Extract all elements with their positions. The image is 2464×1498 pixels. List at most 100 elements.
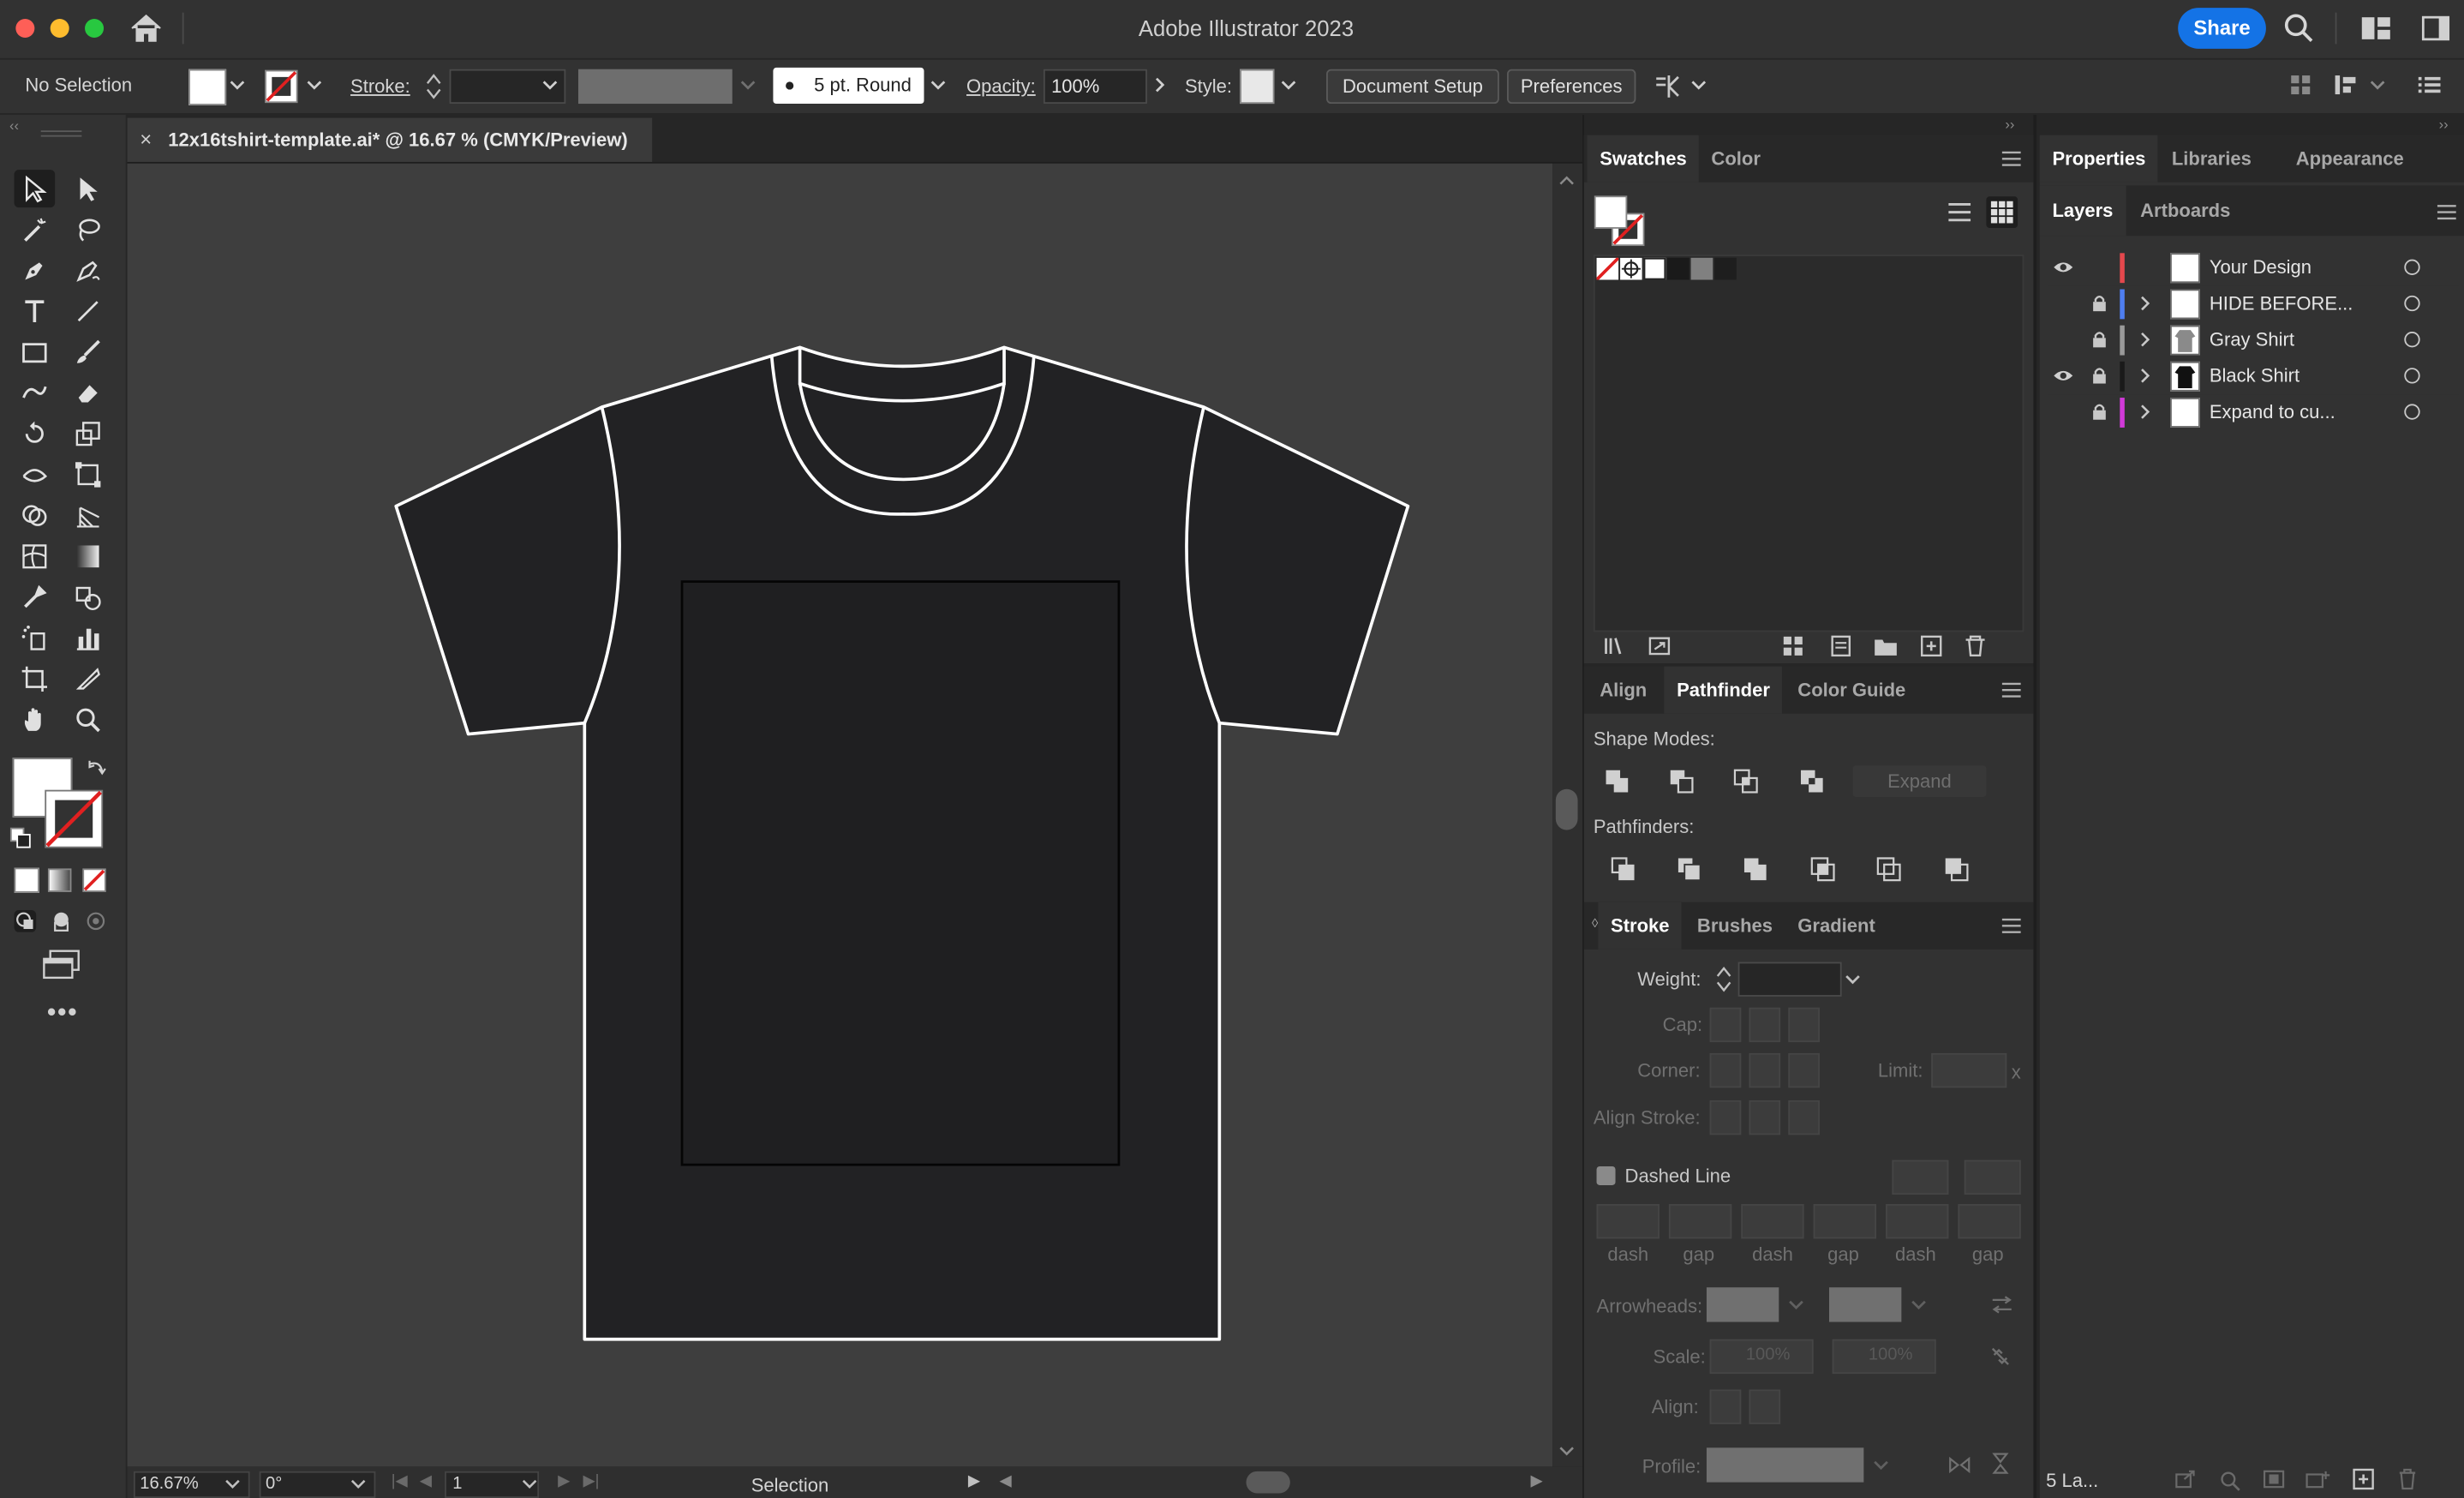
chevron-right-icon[interactable]	[1151, 77, 1167, 93]
arrow-tip-beyond-button[interactable]	[1709, 1389, 1742, 1424]
unite-icon[interactable]	[1603, 767, 1631, 795]
grid-view-icon[interactable]	[1986, 196, 2018, 228]
previous-artboard-icon[interactable]: ◀	[420, 1473, 432, 1490]
document-setup-button[interactable]: Document Setup	[1326, 69, 1499, 105]
panel-menu-icon[interactable]	[2437, 204, 2456, 220]
vertical-scrollbar[interactable]	[1552, 163, 1583, 1467]
scroll-up-icon[interactable]	[1559, 173, 1575, 189]
eyedropper-tool-icon[interactable]	[15, 578, 56, 616]
swatch-none[interactable]	[1596, 257, 1619, 280]
panel-grip[interactable]	[40, 130, 82, 137]
dash-field-2[interactable]	[1741, 1204, 1804, 1239]
variable-width-profile[interactable]	[577, 69, 733, 105]
flip-along-icon[interactable]	[1948, 1455, 1971, 1474]
gradient-tool-icon[interactable]	[68, 537, 109, 575]
swap-fill-stroke-icon[interactable]	[85, 758, 107, 780]
align-outside-button[interactable]	[1788, 1100, 1820, 1135]
status-menu-icon[interactable]: ▶	[968, 1473, 980, 1490]
transform-grid-icon[interactable]	[2289, 74, 2311, 96]
weight-field[interactable]	[1737, 962, 1842, 997]
chevron-down-icon[interactable]	[350, 1476, 366, 1491]
draw-behind-icon[interactable]	[49, 908, 74, 933]
bevel-join-button[interactable]	[1788, 1052, 1820, 1088]
swatch-libraries-icon[interactable]	[1603, 635, 1628, 657]
search-icon[interactable]	[2283, 13, 2315, 45]
visibility-eye-icon[interactable]	[2052, 368, 2074, 383]
arrow-tip-at-end-button[interactable]	[1749, 1389, 1781, 1424]
new-layer-icon[interactable]	[2353, 1468, 2375, 1490]
collapse-options-icon[interactable]: ◊	[1592, 916, 1598, 931]
gap-field-1[interactable]	[1668, 1204, 1732, 1239]
visibility-toggle[interactable]	[2052, 404, 2074, 419]
edit-toolbar-icon[interactable]: •••	[47, 1000, 78, 1028]
panel-menu-icon[interactable]	[2001, 918, 2021, 933]
layer-row[interactable]: Black Shirt	[2047, 358, 2460, 395]
selection-tool-icon[interactable]	[14, 170, 56, 208]
end-arrowhead-select[interactable]	[1828, 1287, 1902, 1322]
chevron-down-icon[interactable]	[1691, 77, 1707, 93]
close-window-button[interactable]	[15, 19, 35, 39]
symbol-sprayer-tool-icon[interactable]	[15, 620, 56, 657]
default-fill-stroke-icon[interactable]	[9, 827, 32, 849]
collect-for-export-icon[interactable]	[2175, 1470, 2198, 1489]
draw-inside-icon[interactable]	[83, 908, 108, 933]
expand-layer-icon[interactable]	[2138, 404, 2151, 419]
new-sublayer-icon[interactable]	[2306, 1470, 2330, 1489]
first-artboard-icon[interactable]: |◀	[392, 1473, 408, 1490]
expand-layer-icon[interactable]	[2138, 368, 2151, 383]
chevron-down-icon[interactable]	[522, 1476, 537, 1491]
align-options-icon[interactable]	[2332, 72, 2360, 97]
brush-definition-field[interactable]: 5 pt. Round	[773, 67, 924, 105]
exclude-icon[interactable]	[1797, 767, 1826, 795]
new-swatch-icon[interactable]	[1919, 635, 1944, 657]
collapse-dock-icon[interactable]: ››	[2005, 117, 2014, 132]
blend-tool-icon[interactable]	[68, 578, 109, 616]
swatch-registration[interactable]	[1620, 257, 1642, 280]
lock-toggle[interactable]	[2091, 258, 2107, 277]
artboard-tool-icon[interactable]	[15, 660, 56, 698]
expand-button[interactable]: Expand	[1852, 765, 1987, 797]
layer-row[interactable]: Gray Shirt	[2047, 322, 2460, 359]
chevron-down-icon[interactable]	[542, 77, 558, 93]
dash-field-3[interactable]	[1886, 1204, 1949, 1239]
place-swatches-icon[interactable]	[1647, 635, 1672, 657]
shape-builder-tool-icon[interactable]	[15, 497, 56, 535]
swap-arrowheads-icon[interactable]	[1991, 1295, 2013, 1314]
round-cap-button[interactable]	[1749, 1007, 1781, 1043]
lock-icon[interactable]	[2091, 294, 2107, 313]
layer-target-icon[interactable]	[2404, 404, 2420, 420]
zoom-window-button[interactable]	[85, 19, 105, 39]
crop-icon[interactable]	[1809, 855, 1837, 884]
chevron-down-icon[interactable]	[930, 77, 946, 93]
layer-target-icon[interactable]	[2404, 259, 2420, 275]
slice-tool-icon[interactable]	[68, 660, 109, 698]
start-scale-field[interactable]: 100%	[1709, 1339, 1814, 1375]
align-center-button[interactable]	[1709, 1100, 1742, 1135]
divide-icon[interactable]	[1609, 855, 1637, 884]
limit-field[interactable]	[1931, 1052, 2007, 1088]
vertical-scroll-thumb[interactable]	[1555, 788, 1578, 830]
chevron-down-icon[interactable]	[1873, 1457, 1888, 1472]
swatch-dark[interactable]	[1714, 257, 1737, 280]
make-clipping-mask-icon[interactable]	[2263, 1470, 2285, 1489]
last-artboard-icon[interactable]: ▶|	[583, 1473, 599, 1490]
expand-layer-icon[interactable]	[2138, 296, 2151, 311]
rectangle-tool-icon[interactable]	[15, 333, 56, 371]
graphic-style-swatch[interactable]	[1240, 69, 1275, 105]
projecting-cap-button[interactable]	[1788, 1007, 1820, 1043]
tab-appearance[interactable]: Appearance	[2296, 135, 2404, 183]
visibility-toggle[interactable]	[2052, 296, 2074, 311]
swatch-options-icon[interactable]	[1829, 635, 1854, 657]
minus-back-icon[interactable]	[1942, 855, 1971, 884]
panel-menu-icon[interactable]	[2001, 682, 2021, 698]
layer-target-icon[interactable]	[2404, 332, 2420, 348]
panel-menu-icon[interactable]	[2417, 74, 2442, 96]
visibility-toggle[interactable]	[2052, 332, 2074, 347]
line-segment-tool-icon[interactable]	[68, 292, 109, 330]
draw-normal-icon[interactable]	[13, 908, 38, 933]
stroke-weight-stepper[interactable]	[424, 71, 443, 103]
lock-icon[interactable]	[2091, 330, 2107, 349]
lock-icon[interactable]	[2091, 366, 2107, 385]
eraser-tool-icon[interactable]	[68, 374, 109, 412]
chevron-down-icon[interactable]	[307, 77, 322, 93]
